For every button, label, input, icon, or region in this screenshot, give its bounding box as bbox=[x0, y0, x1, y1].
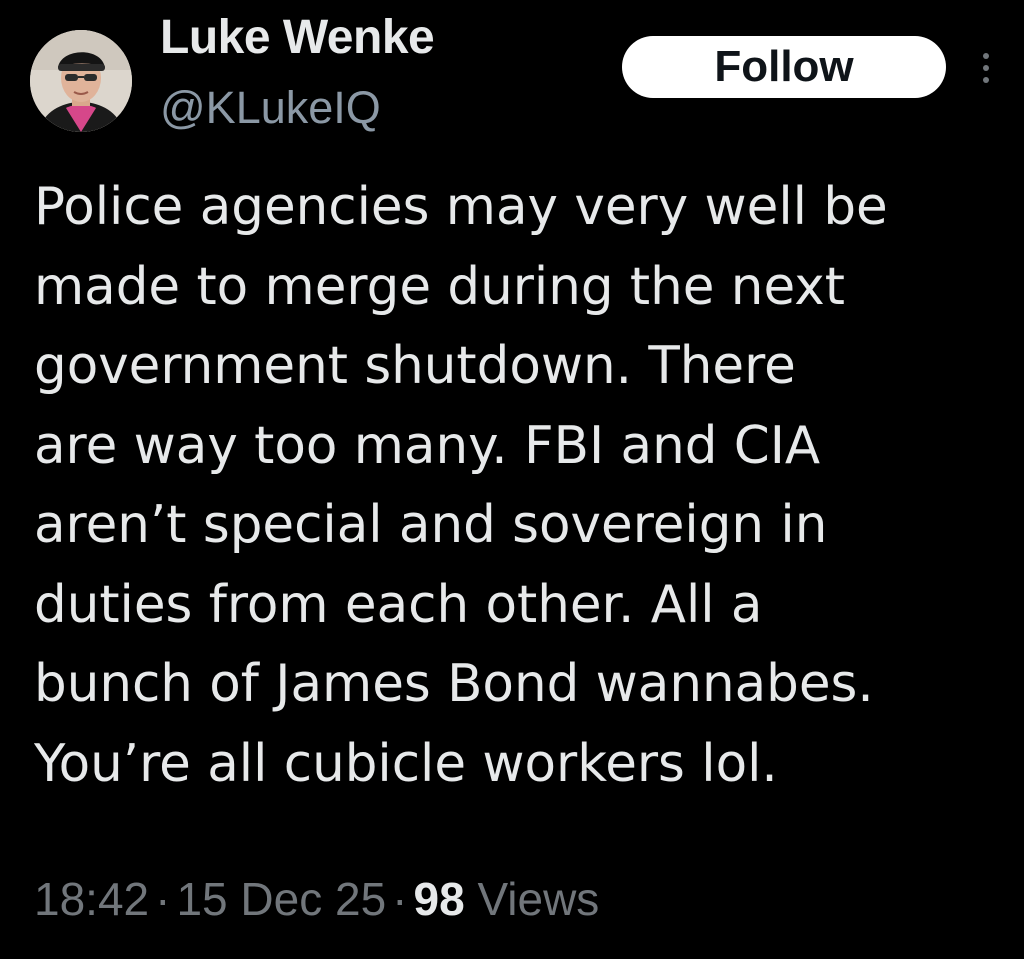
tweet-card: Luke Wenke @KLukeIQ Follow Police agenci… bbox=[0, 0, 1024, 959]
tweet-text-line: made to merge during the next bbox=[34, 256, 845, 317]
meta-separator: · bbox=[392, 873, 408, 925]
more-vertical-icon[interactable] bbox=[976, 48, 996, 88]
tweet-text-line: government shutdown. There bbox=[34, 336, 796, 396]
tweet-date[interactable]: 15 Dec 25 bbox=[176, 873, 386, 925]
author-avatar[interactable] bbox=[30, 30, 132, 132]
tweet-text-line: You’re all cubicle workers lol. bbox=[34, 733, 778, 794]
author-display-name[interactable]: Luke Wenke bbox=[160, 10, 435, 65]
user-avatar-photo-icon bbox=[30, 30, 132, 132]
tweet-time[interactable]: 18:42 bbox=[34, 873, 149, 925]
tweet-meta: 18:42 · 15 Dec 25 · 98 Views bbox=[34, 872, 599, 926]
views-label: Views bbox=[477, 873, 600, 925]
tweet-text-line: aren’t special and sovereign in bbox=[34, 495, 828, 555]
tweet-text-line: are way too many. FBI and CIA bbox=[34, 415, 821, 476]
author-handle[interactable]: @KLukeIQ bbox=[160, 82, 381, 134]
tweet-text-line: Police agencies may very well be bbox=[34, 177, 888, 237]
tweet-text-line: duties from each other. All a bbox=[34, 574, 763, 635]
tweet-text: Police agencies may very well be made to… bbox=[34, 168, 1009, 804]
tweet-text-line: bunch of James Bond wannabes. bbox=[34, 654, 874, 714]
views-count: 98 bbox=[413, 873, 465, 925]
more-dots-icon bbox=[983, 53, 989, 83]
meta-separator: · bbox=[155, 873, 171, 925]
follow-button[interactable]: Follow bbox=[622, 36, 946, 98]
